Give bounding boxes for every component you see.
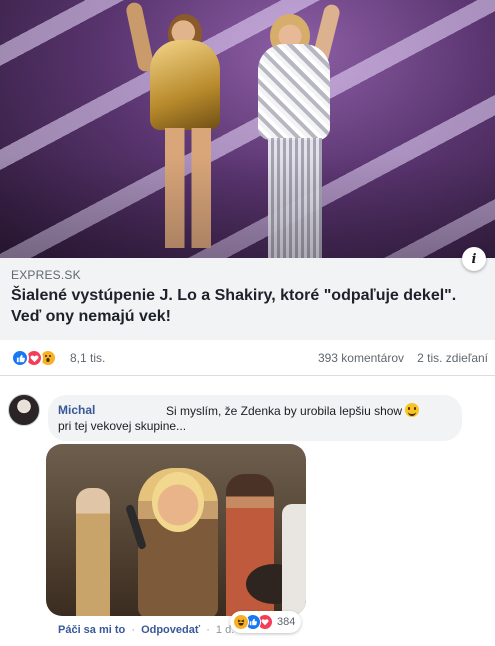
comment-reaction-count: 384 [277, 616, 296, 628]
separator-dot: · [131, 624, 135, 636]
link-domain: EXPRES.SK [11, 268, 81, 282]
performer-left-costume [150, 40, 220, 130]
separator-dot: · [206, 624, 210, 636]
comment-actions: Páči sa mi to · Odpovedať · 1 d. [58, 624, 234, 636]
comments-count-link[interactable]: 393 komentárov [318, 351, 404, 365]
performer-left-arm [124, 1, 156, 73]
comment-bubble: Michal Si myslím, že Zdenka by urobila l… [48, 395, 462, 441]
comment-timestamp[interactable]: 1 d. [216, 624, 234, 636]
like-icon [11, 349, 29, 367]
shares-count-link[interactable]: 2 tis. zdieľaní [417, 351, 488, 365]
info-icon[interactable]: i [462, 247, 486, 271]
comment-text-line1: Si myslím, že Zdenka by urobila lepšiu s… [166, 403, 420, 418]
comment-reactions[interactable]: 384 [230, 611, 302, 633]
comment-text: Si myslím, že Zdenka by urobila lepšiu s… [166, 404, 403, 418]
reaction-icons[interactable] [11, 349, 57, 367]
reaction-count[interactable]: 8,1 tis. [70, 351, 105, 365]
performer-right-costume [258, 44, 330, 140]
haha-icon [233, 614, 249, 630]
like-comment-link[interactable]: Páči sa mi to [58, 624, 125, 636]
photo-person-left [76, 488, 110, 616]
comment-author[interactable]: Michal [58, 403, 95, 417]
post-stats-bar: 8,1 tis. 393 komentárov 2 tis. zdieľaní [0, 340, 495, 376]
performer-right-arm [310, 2, 342, 68]
performer-left-head [168, 14, 202, 54]
reply-comment-link[interactable]: Odpovedať [141, 624, 200, 636]
performer-right-head [270, 14, 310, 58]
smile-emoji-icon [405, 403, 420, 417]
comment-photo[interactable] [46, 444, 306, 616]
performer-right-legs [268, 138, 322, 258]
performer-left-legs [165, 128, 211, 248]
link-headline[interactable]: Šialené vystúpenie J. Lo a Shakiry, ktor… [11, 285, 481, 327]
photo-singer-face [152, 472, 204, 532]
photo-person-edge [282, 504, 306, 616]
link-preview-card[interactable]: i EXPRES.SK Šialené vystúpenie J. Lo a S… [0, 0, 495, 340]
comment-text-line2: pri tej vekovej skupine... [58, 419, 187, 433]
preview-image[interactable] [0, 0, 495, 258]
avatar[interactable] [8, 394, 40, 426]
